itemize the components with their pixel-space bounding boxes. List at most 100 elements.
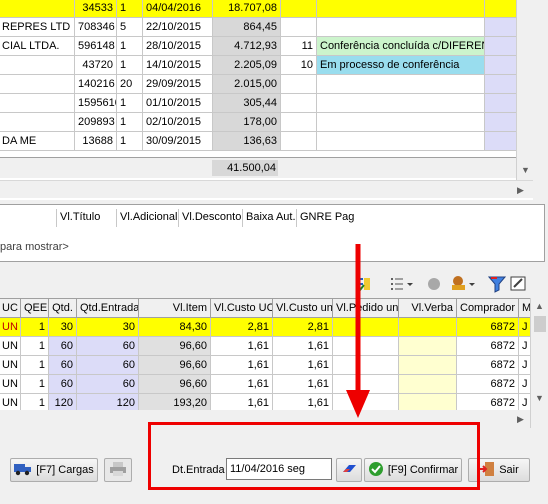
top-grid-total: 41.500,04 [212,160,278,176]
table-cell: 60 [48,355,77,375]
table-row[interactable]: UN 1 60 60 96,60 1,61 1,61 6872 J [0,374,531,394]
cell-code: 209893 [74,112,117,132]
table-row[interactable]: UN 1 60 60 96,60 1,61 1,61 6872 J [0,355,531,375]
cell-date: 30/09/2015 [142,131,213,151]
header-vl-titulo: Vl.Título [60,211,101,223]
column-header[interactable]: M [518,298,531,318]
table-row[interactable]: 43720 1 14/10/2015 2.205,09 10 Em processo de… [0,55,517,75]
top-grid-vscroll[interactable]: ▼ [516,0,534,180]
scroll-down-icon[interactable]: ▼ [517,162,534,178]
cell-value: 18.707,08 [212,0,281,18]
column-header[interactable]: UC [0,298,21,318]
table-row[interactable]: REPRES LTD 708346 5 22/10/2015 864,45 [0,17,517,37]
filter-icon[interactable] [487,275,507,293]
table-cell: 1 [20,374,49,394]
cell-code: 43720 [74,55,117,75]
table-cell: 6872 [456,374,519,394]
cargas-button[interactable]: [F7] Cargas [10,458,98,482]
table-cell: 84,30 [138,317,211,337]
cell-code: 13688 [74,131,117,151]
table-row[interactable]: DA ME 13688 1 30/09/2015 136,63 [0,131,517,151]
stamp-icon[interactable] [450,275,476,293]
cell-name [0,93,75,113]
column-header[interactable]: Vl.Custo un [272,298,333,318]
cell-code: 596148 [74,36,117,56]
list-options-icon[interactable] [390,276,414,292]
cell-value: 2.015,00 [212,74,281,94]
table-cell: 96,60 [138,374,211,394]
scroll-up-icon[interactable]: ▲ [531,298,548,314]
truck-icon [14,462,32,479]
table-cell [398,374,457,394]
top-grid-total-row: 41.500,04 [0,157,516,178]
table-cell: 96,60 [138,336,211,356]
mid-panel-header: Vl.Título Vl.Adicional Vl.Desconto Baixa… [0,209,544,227]
cell-status [316,74,485,94]
table-row[interactable]: 1595610101/10/2015305,44 [0,93,517,113]
column-header[interactable]: Vl.Item [138,298,211,318]
scroll-down-icon[interactable]: ▼ [531,390,548,406]
cell-n [280,0,317,18]
table-cell: 1 [20,355,49,375]
edit-columns-icon[interactable] [510,275,528,293]
column-header[interactable]: Vl.Custo UC [210,298,273,318]
column-header[interactable]: Qtd.Entrada [76,298,139,318]
table-cell [398,355,457,375]
column-header[interactable]: QEE [20,298,49,318]
cell-q: 1 [116,112,143,132]
cell-date: 01/10/2015 [142,93,213,113]
top-grid-hscroll[interactable]: ▶ [0,180,533,198]
cell-value: 864,45 [212,17,281,37]
annotation-arrow [343,244,373,420]
column-header[interactable]: Vl.Verba [398,298,457,318]
scroll-right-icon[interactable]: ▶ [512,182,529,198]
column-header[interactable]: Qtd. [48,298,77,318]
table-cell: J [518,374,531,394]
mid-panel-hint: para mostrar> [0,241,69,253]
table-cell: J [518,317,531,337]
mid-panel: Vl.Título Vl.Adicional Vl.Desconto Baixa… [0,204,545,262]
table-cell: J [518,355,531,375]
scroll-right-icon[interactable]: ▶ [512,411,529,427]
table-row[interactable]: UN 1 30 30 84,30 2,81 2,81 6872 J [0,317,531,337]
cell-blank [484,55,517,75]
table-cell: 30 [48,317,77,337]
column-header[interactable]: Comprador [456,298,519,318]
circle-icon[interactable] [426,276,442,292]
table-cell: 1,61 [210,374,273,394]
table-row[interactable]: CIAL LTDA. 596148 1 28/10/2015 4.712,93 11 Con… [0,36,517,56]
table-row[interactable]: 209893 1 02/10/2015 178,00 [0,112,517,132]
cell-q: 20 [116,74,143,94]
table-cell: 1,61 [210,355,273,375]
cell-name: DA ME [0,131,75,151]
cell-status [316,112,485,132]
table-cell: 2,81 [210,317,273,337]
table-row[interactable]: UN 1 60 60 96,60 1,61 1,61 6872 J [0,336,531,356]
header-baixa-aut: Baixa Aut. [246,211,296,223]
cell-q: 1 [116,36,143,56]
table-cell: 30 [76,317,139,337]
table-row[interactable]: 140216 20 29/09/2015 2.015,00 [0,74,517,94]
table-row[interactable]: 34533 1 04/04/2016 18.707,08 [0,0,517,18]
cell-status: Conferência concluída c/DIFEREN [316,36,485,56]
items-toolbar [350,272,548,296]
items-grid-vscroll[interactable]: ▲ ▼ [530,298,548,428]
cell-blank [484,0,517,18]
exit-icon [479,461,495,479]
table-cell: 1 [20,336,49,356]
table-cell: UN [0,355,21,375]
cell-status [316,17,485,37]
cell-blank [484,36,517,56]
print-button[interactable] [104,458,132,482]
table-cell: 60 [76,336,139,356]
sair-label: Sair [499,464,519,476]
cell-n: 11 [280,36,317,56]
cell-name: CIAL LTDA. [0,36,75,56]
scroll-thumb[interactable] [534,316,546,332]
cell-code: 708346 [74,17,117,37]
cell-q: 1 [116,93,143,113]
cell-date: 29/09/2015 [142,74,213,94]
cell-n: 10 [280,55,317,75]
cell-code: 34533 [74,0,117,18]
cell-name [0,0,75,18]
